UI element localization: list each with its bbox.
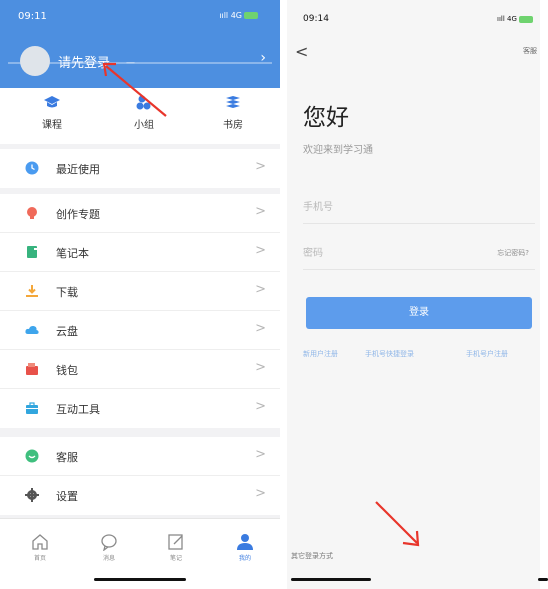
quick-tabs: 课程 小组 书房 bbox=[0, 88, 280, 144]
graduation-cap-icon bbox=[44, 96, 60, 108]
menu-item-label: 云盘 bbox=[56, 325, 78, 338]
chevron-right-icon: > bbox=[255, 399, 266, 414]
welcome-text: 欢迎来到学习通 bbox=[303, 145, 373, 156]
header-dash: — bbox=[126, 58, 135, 68]
tabbar-notes[interactable]: 笔记 bbox=[156, 533, 196, 562]
tabbar-profile-label: 我的 bbox=[238, 555, 251, 562]
status-time: 09:11 bbox=[18, 11, 47, 22]
signal-text: ııll 4G bbox=[219, 11, 242, 20]
tabbar-message-label: 消息 bbox=[102, 555, 115, 562]
tabbar-message[interactable]: 消息 bbox=[89, 533, 129, 562]
tabbar-notes-label: 笔记 bbox=[169, 555, 182, 562]
menu-item-settings[interactable]: 设置 > bbox=[0, 476, 280, 515]
menu-item-label: 最近使用 bbox=[56, 163, 100, 176]
quick-login-link[interactable]: 手机号快捷登录 bbox=[365, 349, 414, 359]
tab-group-label: 小组 bbox=[134, 120, 154, 131]
message-icon bbox=[101, 534, 117, 551]
alternate-links: 新用户注册 手机号快捷登录 手机号户注册 bbox=[303, 349, 535, 361]
chevron-right-icon: > bbox=[255, 204, 266, 219]
phone-field[interactable]: 手机号 bbox=[303, 198, 535, 224]
page-title: 您好 bbox=[303, 105, 349, 131]
profile-header: 09:11 ııll 4G 请先登录 — › bbox=[0, 0, 280, 88]
toolbox-icon bbox=[26, 402, 38, 414]
cloud-icon bbox=[25, 325, 39, 334]
chevron-right-icon: > bbox=[255, 159, 266, 174]
menu-item-creation-topic[interactable]: 创作专题 > bbox=[0, 194, 280, 233]
customer-service-link[interactable]: 客服 bbox=[523, 46, 537, 56]
home-icon bbox=[32, 534, 48, 550]
tab-course[interactable]: 课程 bbox=[22, 94, 82, 131]
menu-item-notebook[interactable]: 笔记本 > bbox=[0, 233, 280, 272]
chevron-right-icon: > bbox=[255, 243, 266, 258]
menu-item-label: 客服 bbox=[56, 451, 78, 464]
gear-icon bbox=[25, 488, 39, 502]
menu-item-label: 钱包 bbox=[56, 364, 78, 377]
tabbar-home[interactable]: 首页 bbox=[20, 533, 60, 562]
chevron-right-icon: > bbox=[255, 360, 266, 375]
group-icon bbox=[136, 95, 151, 110]
battery-icon bbox=[244, 12, 258, 19]
right-screen: 09:14 ııll 4G < 客服 您好 欢迎来到学习通 手机号 密码 忘记密… bbox=[287, 0, 548, 589]
chevron-right-icon[interactable]: › bbox=[260, 50, 266, 66]
download-icon bbox=[26, 285, 38, 297]
tabbar-home-label: 首页 bbox=[33, 555, 46, 562]
chevron-right-icon: > bbox=[255, 486, 266, 501]
menu-item-customer-service[interactable]: 客服 > bbox=[0, 437, 280, 476]
notebook-icon bbox=[27, 246, 37, 258]
menu-item-wallet[interactable]: 钱包 > bbox=[0, 350, 280, 389]
books-icon bbox=[226, 96, 240, 108]
signal-text: ııll 4G bbox=[497, 15, 517, 23]
chevron-right-icon: > bbox=[255, 447, 266, 462]
login-page-background bbox=[287, 0, 540, 589]
home-indicator bbox=[291, 578, 371, 581]
menu-group-tools: 创作专题 > 笔记本 > 下载 > 云盘 > 钱包 > 互动工具 > bbox=[0, 194, 280, 428]
status-bar: 09:11 ııll 4G bbox=[0, 0, 280, 28]
avatar[interactable] bbox=[20, 46, 50, 76]
menu-item-interactive-tools[interactable]: 互动工具 > bbox=[0, 389, 280, 428]
menu-group-support: 客服 > 设置 > bbox=[0, 437, 280, 515]
login-prompt[interactable]: 请先登录 bbox=[58, 52, 110, 71]
phone-placeholder: 手机号 bbox=[303, 202, 333, 213]
tab-course-label: 课程 bbox=[42, 120, 62, 131]
menu-item-download[interactable]: 下载 > bbox=[0, 272, 280, 311]
home-indicator bbox=[94, 578, 186, 581]
chevron-right-icon: > bbox=[255, 282, 266, 297]
menu-item-recent[interactable]: 最近使用 > bbox=[0, 149, 280, 188]
lightbulb-icon bbox=[27, 207, 37, 219]
signal-indicator: ııll 4G bbox=[497, 15, 533, 23]
battery-icon bbox=[518, 15, 533, 23]
tabbar-profile[interactable]: 我的 bbox=[225, 533, 265, 562]
chevron-right-icon: > bbox=[255, 321, 266, 336]
note-edit-icon bbox=[168, 534, 183, 550]
chat-icon bbox=[25, 449, 39, 463]
menu-item-label: 下载 bbox=[56, 286, 78, 299]
register-link[interactable]: 新用户注册 bbox=[303, 349, 338, 359]
signal-indicator: ııll 4G bbox=[219, 11, 258, 20]
phone-register-link[interactable]: 手机号户注册 bbox=[466, 349, 508, 359]
password-field[interactable]: 密码 忘记密码? bbox=[303, 244, 535, 270]
status-time: 09:14 bbox=[303, 14, 329, 24]
back-button[interactable]: < bbox=[295, 42, 308, 61]
menu-item-label: 设置 bbox=[56, 490, 78, 503]
login-button[interactable]: 登录 bbox=[306, 297, 532, 329]
menu-item-label: 笔记本 bbox=[56, 247, 89, 260]
forgot-password-link[interactable]: 忘记密码? bbox=[497, 248, 529, 258]
menu-group-recent: 最近使用 > bbox=[0, 149, 280, 188]
tab-library-label: 书房 bbox=[223, 120, 243, 131]
menu-item-cloud-drive[interactable]: 云盘 > bbox=[0, 311, 280, 350]
wallet-icon bbox=[26, 363, 38, 375]
other-login-methods[interactable]: 其它登录方式 bbox=[291, 551, 333, 561]
left-screen: 09:11 ııll 4G 请先登录 — › 课程 小组 书房 最近使用 > 创… bbox=[0, 0, 280, 589]
password-placeholder: 密码 bbox=[303, 248, 323, 259]
menu-item-label: 互动工具 bbox=[56, 403, 100, 416]
home-indicator-fragment bbox=[538, 578, 548, 581]
menu-item-label: 创作专题 bbox=[56, 208, 100, 221]
tab-library[interactable]: 书房 bbox=[203, 94, 263, 131]
clock-icon bbox=[25, 161, 39, 175]
profile-icon bbox=[237, 534, 253, 550]
tab-group[interactable]: 小组 bbox=[114, 94, 174, 131]
